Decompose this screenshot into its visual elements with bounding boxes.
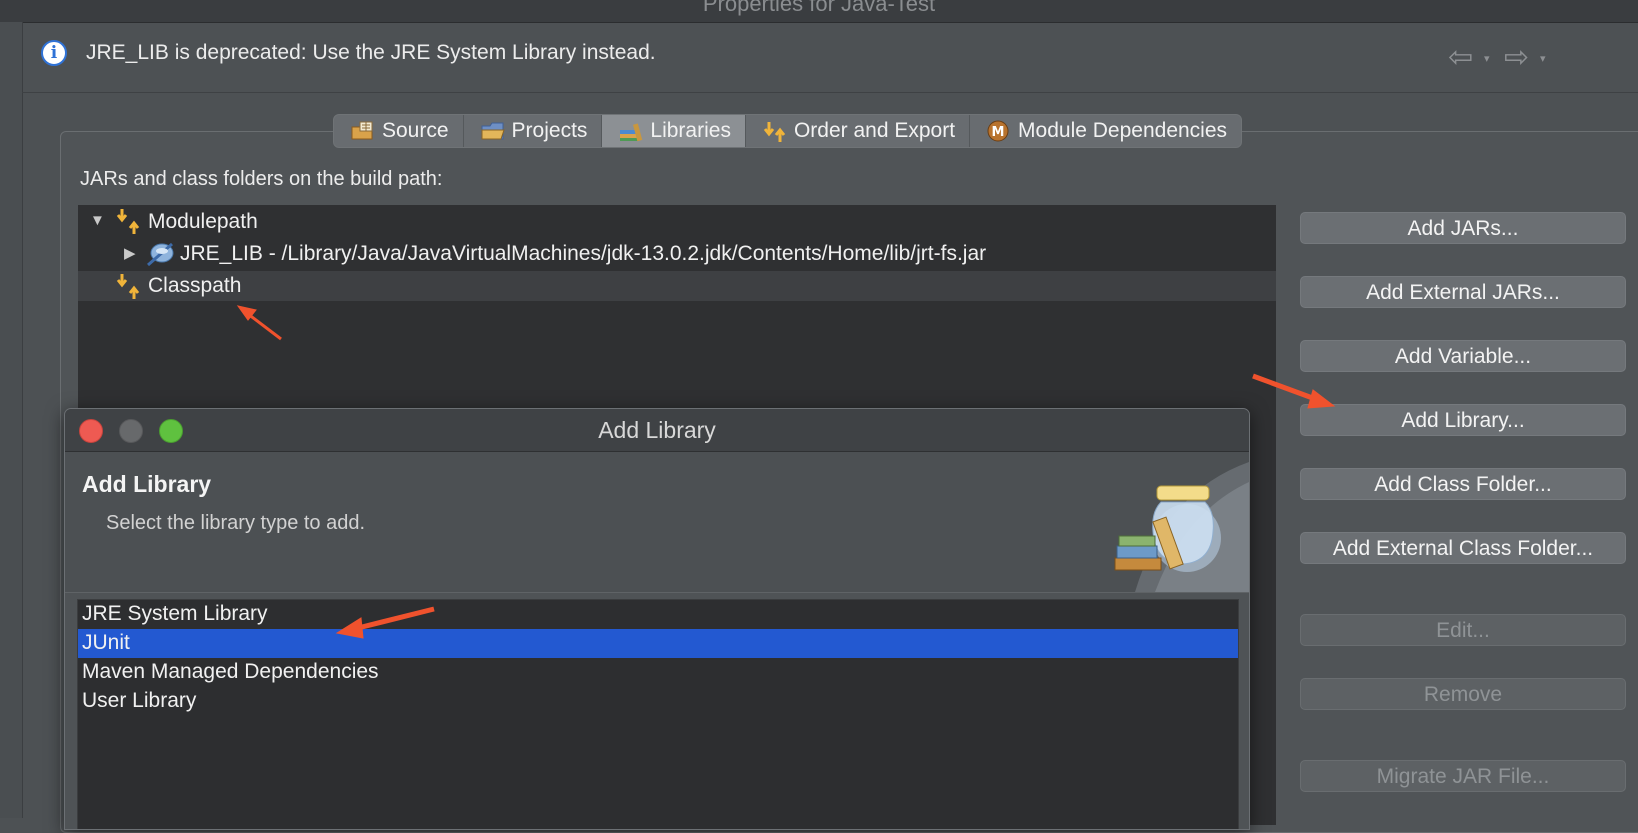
window-title: Properties for Java-Test	[702, 0, 936, 16]
add-class-folder-button[interactable]: Add Class Folder...	[1300, 468, 1626, 500]
projects-folder-icon	[480, 120, 506, 142]
back-arrow-icon[interactable]: ⇦	[1448, 40, 1473, 75]
add-jars-button[interactable]: Add JARs...	[1300, 212, 1626, 244]
tab-label: Module Dependencies	[1018, 119, 1228, 142]
list-item-junit[interactable]: JUnit	[78, 629, 1238, 658]
tab-module-dependencies[interactable]: M Module Dependencies	[970, 115, 1241, 147]
build-path-label: JARs and class folders on the build path…	[80, 168, 443, 190]
library-type-list[interactable]: JRE System Library JUnit Maven Managed D…	[77, 599, 1239, 829]
add-external-jars-button[interactable]: Add External JARs...	[1300, 276, 1626, 308]
list-item-user-library[interactable]: User Library	[78, 687, 1238, 716]
expanded-triangle-icon[interactable]: ▼	[90, 212, 105, 229]
add-library-dialog: Add Library Add Library Select the libra…	[64, 408, 1250, 830]
tree-node-label: Classpath	[148, 274, 242, 297]
tree-node-modulepath[interactable]: ▼ Modulepath	[78, 207, 1276, 237]
source-folder-icon	[350, 120, 376, 142]
window-titlebar: Properties for Java-Test	[0, 0, 1638, 23]
tab-libraries[interactable]: Libraries	[602, 115, 746, 147]
tree-node-label: Modulepath	[148, 210, 258, 233]
collapsed-triangle-icon[interactable]: ▶	[124, 244, 136, 262]
libraries-icon	[618, 120, 644, 142]
svg-text:M: M	[992, 125, 1005, 140]
tab-source[interactable]: Source	[334, 115, 464, 147]
remove-button[interactable]: Remove	[1300, 678, 1626, 710]
list-item-maven-managed-dependencies[interactable]: Maven Managed Dependencies	[78, 658, 1238, 687]
add-variable-button[interactable]: Add Variable...	[1300, 340, 1626, 372]
dialog-title: Add Library	[598, 417, 716, 443]
forward-arrow-icon[interactable]: ⇨	[1504, 40, 1529, 75]
classpath-icon	[114, 272, 144, 300]
build-path-tabs: Source Projects Libraries Order and Expo…	[333, 114, 1243, 148]
sidebar-edge	[0, 22, 23, 818]
module-icon: M	[986, 120, 1012, 142]
dialog-heading: Add Library	[82, 471, 212, 497]
add-external-class-folder-button[interactable]: Add External Class Folder...	[1300, 532, 1626, 564]
tab-label: Source	[382, 119, 449, 142]
back-history-dropdown-icon[interactable]: ▾	[1484, 52, 1490, 65]
edit-button[interactable]: Edit...	[1300, 614, 1626, 646]
forward-history-dropdown-icon[interactable]: ▾	[1540, 52, 1546, 65]
add-library-button[interactable]: Add Library...	[1300, 404, 1626, 436]
tab-label: Order and Export	[793, 119, 956, 142]
tab-label: Projects	[511, 119, 588, 142]
tab-label: Libraries	[650, 119, 731, 142]
tree-node-label: JRE_LIB - /Library/Java/JavaVirtualMachi…	[180, 242, 987, 265]
dialog-subtitle: Select the library type to add.	[106, 512, 366, 534]
list-item-jre-system-library[interactable]: JRE System Library	[78, 600, 1238, 629]
jar-variable-icon	[146, 240, 176, 268]
order-export-icon	[762, 120, 788, 142]
deprecation-message: JRE_LIB is deprecated: Use the JRE Syste…	[86, 41, 656, 64]
dialog-titlebar: Add Library	[65, 409, 1249, 452]
modulepath-icon	[114, 207, 144, 235]
tree-node-classpath[interactable]: Classpath	[78, 271, 1276, 301]
library-jar-banner-icon	[1095, 452, 1249, 592]
migrate-jar-file-button[interactable]: Migrate JAR File...	[1300, 760, 1626, 792]
tab-projects[interactable]: Projects	[464, 115, 603, 147]
tab-order-and-export[interactable]: Order and Export	[746, 115, 971, 147]
info-icon: i	[41, 40, 67, 66]
divider	[22, 92, 1638, 93]
tree-node-jre-lib[interactable]: ▶ JRE_LIB - /Library/Java/JavaVirtualMac…	[78, 239, 1276, 269]
